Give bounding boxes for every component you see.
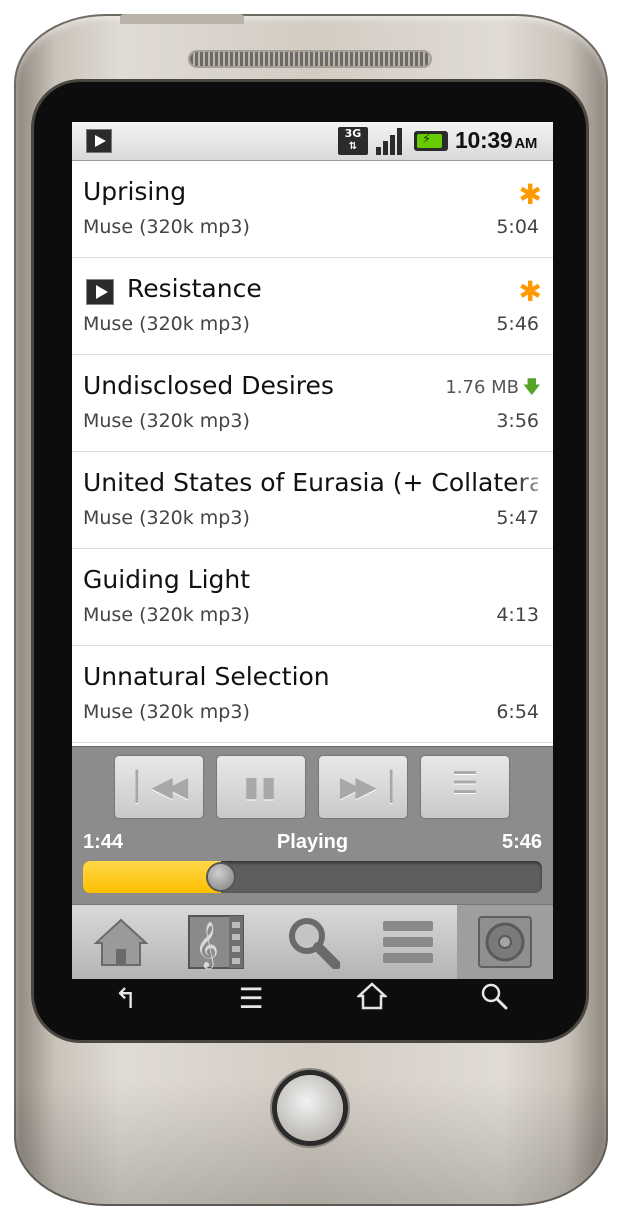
- now-playing-notification-icon[interactable]: [86, 129, 112, 153]
- track-duration: 3:56: [496, 410, 539, 432]
- player-state: Playing: [276, 831, 349, 853]
- track-duration: 5:04: [496, 216, 539, 238]
- tab-search[interactable]: [264, 905, 360, 979]
- track-title: Resistance: [127, 274, 262, 303]
- tab-home[interactable]: [72, 905, 168, 979]
- previous-icon: ▏◀◀: [135, 770, 189, 803]
- track-title: Uprising: [83, 177, 187, 206]
- track-row-unnatural-selection[interactable]: Unnatural Selection Muse (320k mp3) 6:54: [72, 646, 553, 743]
- back-key[interactable]: ↰: [106, 982, 146, 1015]
- total-time: 5:46: [501, 831, 542, 853]
- track-title: Unnatural Selection: [83, 662, 330, 691]
- tab-playlists[interactable]: [360, 905, 456, 979]
- queue-button[interactable]: ☰: [420, 755, 510, 819]
- seek-bar[interactable]: [83, 861, 542, 893]
- tab-now-playing[interactable]: [457, 905, 553, 979]
- track-artist: Muse (320k mp3): [83, 410, 250, 432]
- search-key[interactable]: [474, 982, 514, 1017]
- search-icon: [481, 983, 508, 1010]
- track-duration: 4:13: [496, 604, 539, 626]
- track-row-guiding-light[interactable]: Guiding Light Muse (320k mp3) 4:13: [72, 549, 553, 646]
- music-library-icon: 𝄞: [188, 915, 244, 970]
- pause-button[interactable]: ▮▮: [216, 755, 306, 819]
- disc-icon: [478, 916, 532, 968]
- track-duration: 6:54: [496, 701, 539, 723]
- track-list: Uprising ✱ Muse (320k mp3) 5:04 Resistan…: [72, 161, 553, 743]
- power-button[interactable]: [120, 14, 244, 24]
- status-bar: 3G⇅ 10:39AM: [72, 122, 553, 161]
- track-artist: Muse (320k mp3): [83, 313, 250, 335]
- home-icon: [355, 982, 389, 1010]
- queue-icon: ☰: [451, 766, 479, 801]
- star-icon: ✱: [518, 178, 542, 211]
- star-icon: ✱: [518, 275, 542, 308]
- track-title: Undisclosed Desires: [83, 371, 334, 400]
- svg-text:𝄞: 𝄞: [195, 922, 219, 970]
- track-duration: 5:47: [496, 507, 539, 529]
- track-row-uprising[interactable]: Uprising ✱ Muse (320k mp3) 5:04: [72, 161, 553, 258]
- pause-icon: ▮▮: [243, 770, 279, 803]
- search-icon: [289, 918, 340, 969]
- previous-button[interactable]: ▏◀◀: [114, 755, 204, 819]
- seek-bar-thumb[interactable]: [208, 864, 234, 890]
- track-row-undisclosed-desires[interactable]: Undisclosed Desires 1.76 MB 🡇 Muse (320k…: [72, 355, 553, 452]
- track-artist: Muse (320k mp3): [83, 216, 250, 238]
- clock-time: 10:39: [455, 127, 513, 153]
- clock-ampm: AM: [514, 135, 538, 152]
- trackball-button[interactable]: [277, 1075, 343, 1141]
- download-arrow-icon: 🡇: [522, 377, 541, 398]
- seek-bar-fill: [83, 861, 221, 893]
- status-clock: 10:39 AM: [455, 127, 537, 154]
- now-playing-icon: [86, 279, 114, 305]
- track-row-resistance[interactable]: Resistance ✱ Muse (320k mp3) 5:46: [72, 258, 553, 355]
- back-icon: ↰: [114, 982, 138, 1015]
- track-artist: Muse (320k mp3): [83, 604, 250, 626]
- tab-library[interactable]: 𝄞: [168, 905, 264, 979]
- network-label: 3G: [344, 127, 362, 140]
- track-title: Guiding Light: [83, 565, 251, 594]
- next-button[interactable]: ▶▶▕: [318, 755, 408, 819]
- list-icon: [383, 921, 433, 963]
- earpiece-speaker: [190, 52, 430, 66]
- text-fade: [513, 462, 553, 502]
- menu-key[interactable]: ☰: [231, 982, 271, 1015]
- player-panel: ▏◀◀ ▮▮ ▶▶▕ ☰ 1:44 Playing 5:46: [72, 746, 553, 905]
- screen: 3G⇅ 10:39AM Uprising ✱ Muse (320k mp3) 5…: [72, 122, 553, 979]
- battery-charging-icon: [414, 131, 448, 151]
- network-3g-icon: 3G ⇅: [338, 127, 368, 155]
- home-icon: [94, 918, 148, 966]
- next-icon: ▶▶▕: [339, 770, 393, 803]
- track-artist: Muse (320k mp3): [83, 507, 250, 529]
- download-size: 1.76 MB: [445, 377, 519, 398]
- home-key[interactable]: [352, 982, 392, 1017]
- track-duration: 5:46: [496, 313, 539, 335]
- signal-strength-icon: [376, 127, 406, 155]
- track-title: United States of Eurasia (+ Collateral D: [83, 468, 538, 497]
- bottom-tab-bar: 𝄞: [72, 904, 553, 979]
- track-artist: Muse (320k mp3): [83, 701, 250, 723]
- menu-icon: ☰: [238, 982, 264, 1015]
- track-row-united-states-of-eurasia[interactable]: United States of Eurasia (+ Collateral D…: [72, 452, 553, 549]
